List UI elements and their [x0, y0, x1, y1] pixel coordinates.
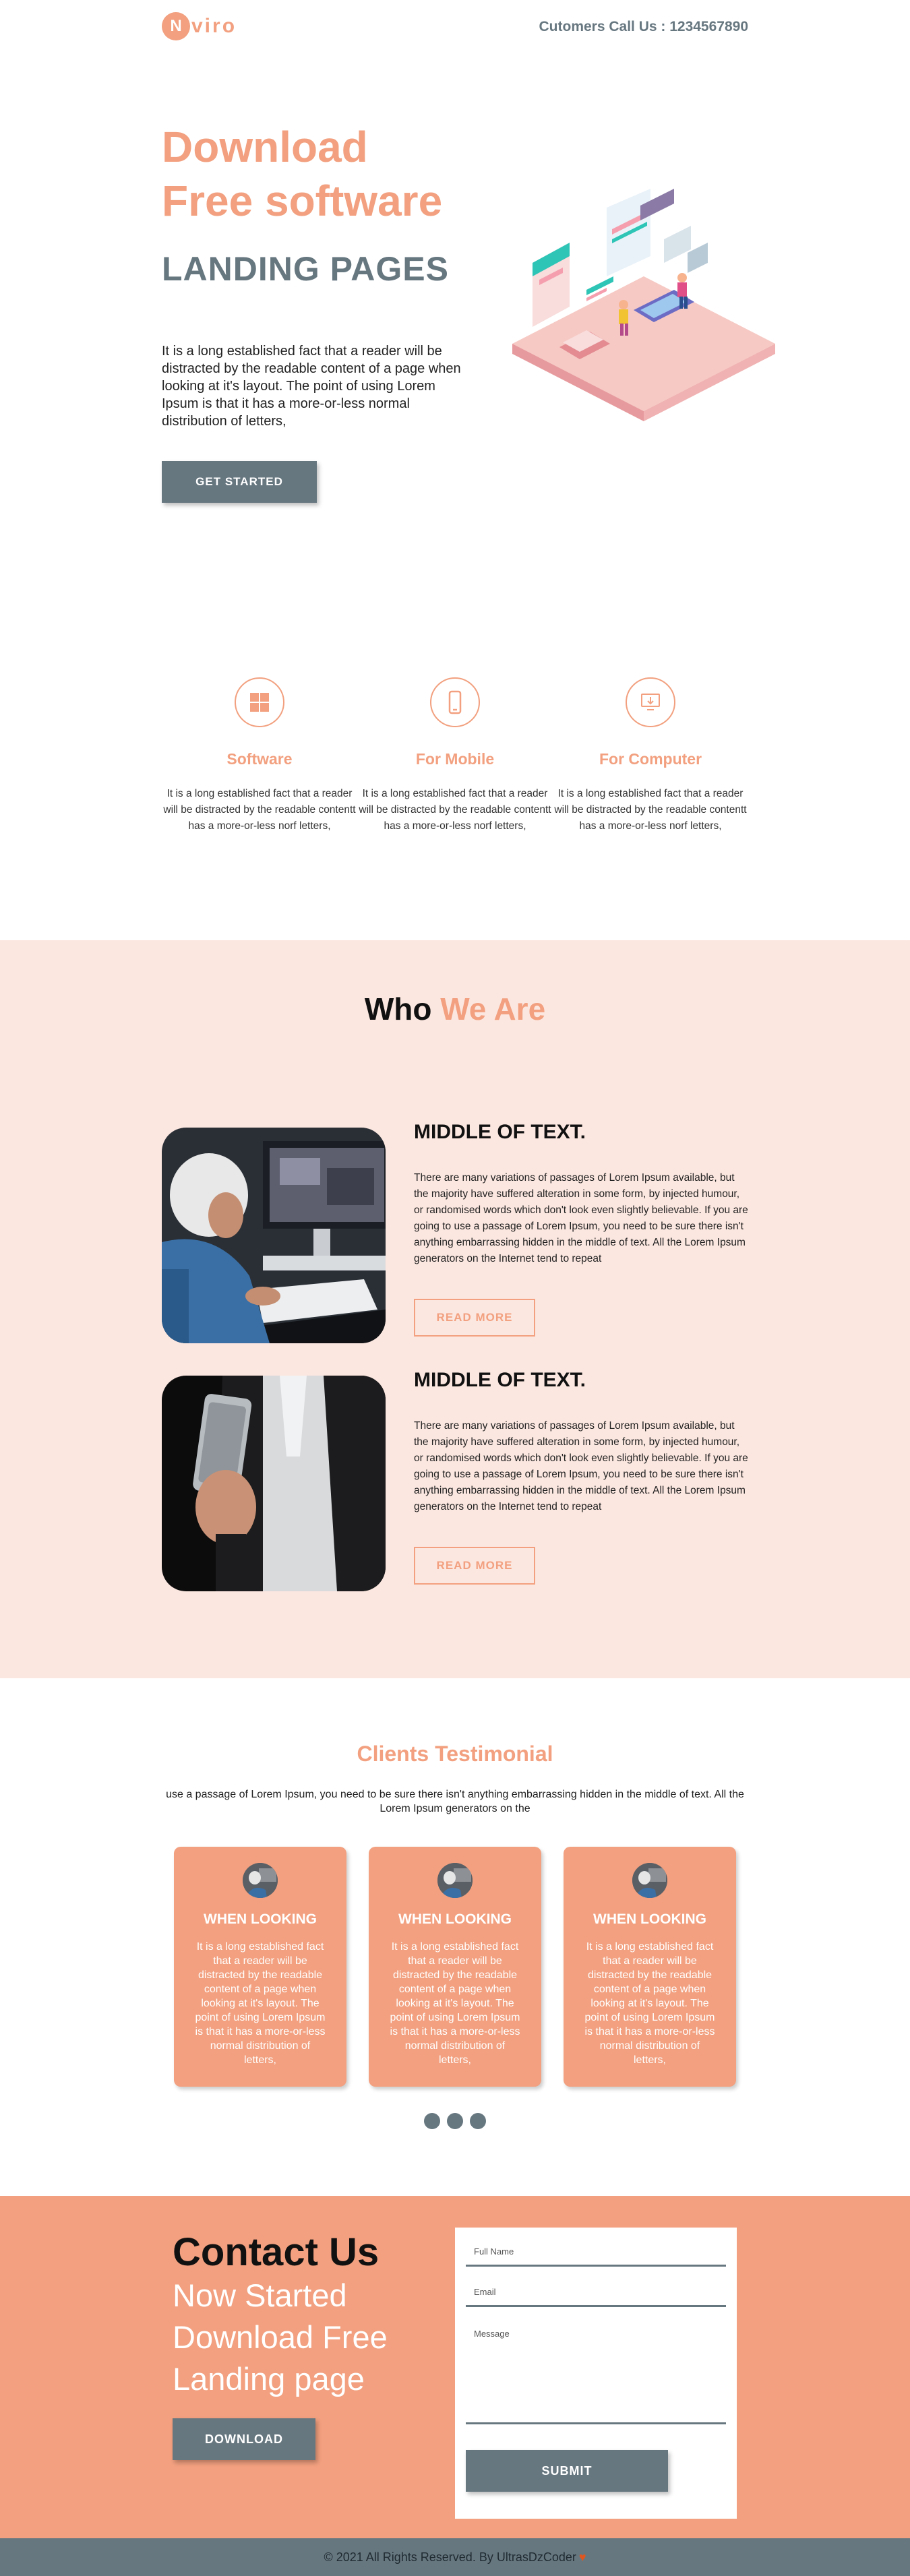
contact-subtitle-line3: Landing page	[173, 2361, 365, 2397]
testimonial-title: Clients Testimonial	[357, 1742, 553, 1766]
feature-title: Software	[226, 750, 293, 768]
feature-computer: For Computer It is a long established fa…	[553, 677, 748, 834]
contact-subtitle: Now Started Download Free Landing page	[173, 2275, 442, 2400]
testimonial-card: WHEN LOOKING It is a long established fa…	[174, 1847, 346, 2087]
hero-illustration	[512, 189, 775, 421]
avatar	[632, 1863, 667, 1898]
hero-title-line1: Download	[162, 123, 368, 171]
phone-photo	[162, 1376, 386, 1591]
read-more-button[interactable]: READ MORE	[414, 1299, 535, 1337]
feature-title: For Mobile	[415, 750, 495, 768]
get-started-button[interactable]: GET STARTED	[162, 461, 317, 503]
hero-description: It is a long established fact that a rea…	[162, 344, 461, 429]
feature-mobile: For Mobile It is a long established fact…	[357, 677, 553, 834]
contact-form: Full Name Email Message SUBMIT	[455, 2228, 737, 2519]
carousel-dot-3[interactable]	[470, 2113, 486, 2129]
contact-subtitle-line2: Download Free	[173, 2319, 388, 2355]
testimonial-subtitle: use a passage of Lorem Ipsum, you need t…	[166, 1789, 744, 1814]
carousel-dot-2[interactable]	[447, 2113, 463, 2129]
hero-title-line2: Free software	[162, 177, 443, 225]
feature-software: Software It is a long established fact t…	[162, 677, 357, 834]
logo[interactable]: N viro	[162, 9, 237, 43]
who-item-heading: MIDDLE OF TEXT.	[414, 1369, 586, 1391]
read-more-button[interactable]: READ MORE	[414, 1547, 535, 1585]
card-text: It is a long established fact that a rea…	[584, 1941, 715, 2066]
testimonial-card: WHEN LOOKING It is a long established fa…	[369, 1847, 541, 2087]
message-field[interactable]: Message	[466, 2325, 726, 2424]
footer: © 2021 All Rights Reserved. By UltrasDzC…	[0, 2538, 910, 2576]
testimonial-card: WHEN LOOKING It is a long established fa…	[564, 1847, 736, 2087]
card-heading: WHEN LOOKING	[593, 1911, 706, 1927]
email-field[interactable]: Email	[466, 2283, 726, 2307]
heart-icon: ♥	[578, 2550, 586, 2564]
who-item-heading: MIDDLE OF TEXT.	[414, 1121, 586, 1143]
computer-download-icon	[626, 677, 675, 727]
card-heading: WHEN LOOKING	[204, 1911, 317, 1927]
card-text: It is a long established fact that a rea…	[390, 1941, 520, 2066]
feature-text: It is a long established fact that a rea…	[554, 788, 747, 832]
who-title-accent: We Are	[440, 991, 546, 1026]
windows-icon	[235, 677, 284, 727]
card-text: It is a long established fact that a rea…	[195, 1941, 326, 2066]
customer-phone: Cutomers Call Us : 1234567890	[539, 19, 749, 34]
feature-title: For Computer	[599, 750, 702, 768]
logo-text: viro	[191, 15, 237, 37]
who-title-dark: Who	[364, 991, 432, 1026]
mobile-icon	[430, 677, 480, 727]
carousel-dot-1[interactable]	[424, 2113, 440, 2129]
avatar	[243, 1863, 278, 1898]
full-name-field[interactable]: Full Name	[466, 2242, 726, 2267]
office-photo	[162, 1128, 386, 1343]
contact-subtitle-line1: Now Started	[173, 2277, 347, 2313]
who-item-text: There are many variations of passages of…	[414, 1172, 748, 1264]
download-button[interactable]: DOWNLOAD	[173, 2418, 315, 2460]
feature-text: It is a long established fact that a rea…	[359, 788, 551, 832]
hero-subtitle: LANDING PAGES	[162, 250, 449, 288]
contact-title: Contact Us	[173, 2230, 380, 2274]
submit-button[interactable]: SUBMIT	[466, 2450, 668, 2492]
hero-title: Download Free software	[162, 120, 512, 228]
logo-badge: N	[162, 12, 190, 40]
feature-text: It is a long established fact that a rea…	[163, 788, 356, 832]
footer-text: © 2021 All Rights Reserved. By UltrasDzC…	[324, 2550, 576, 2564]
card-heading: WHEN LOOKING	[398, 1911, 512, 1927]
avatar	[437, 1863, 473, 1898]
who-item-text: There are many variations of passages of…	[414, 1420, 748, 1512]
who-we-are-title: Who We Are	[0, 991, 910, 1027]
